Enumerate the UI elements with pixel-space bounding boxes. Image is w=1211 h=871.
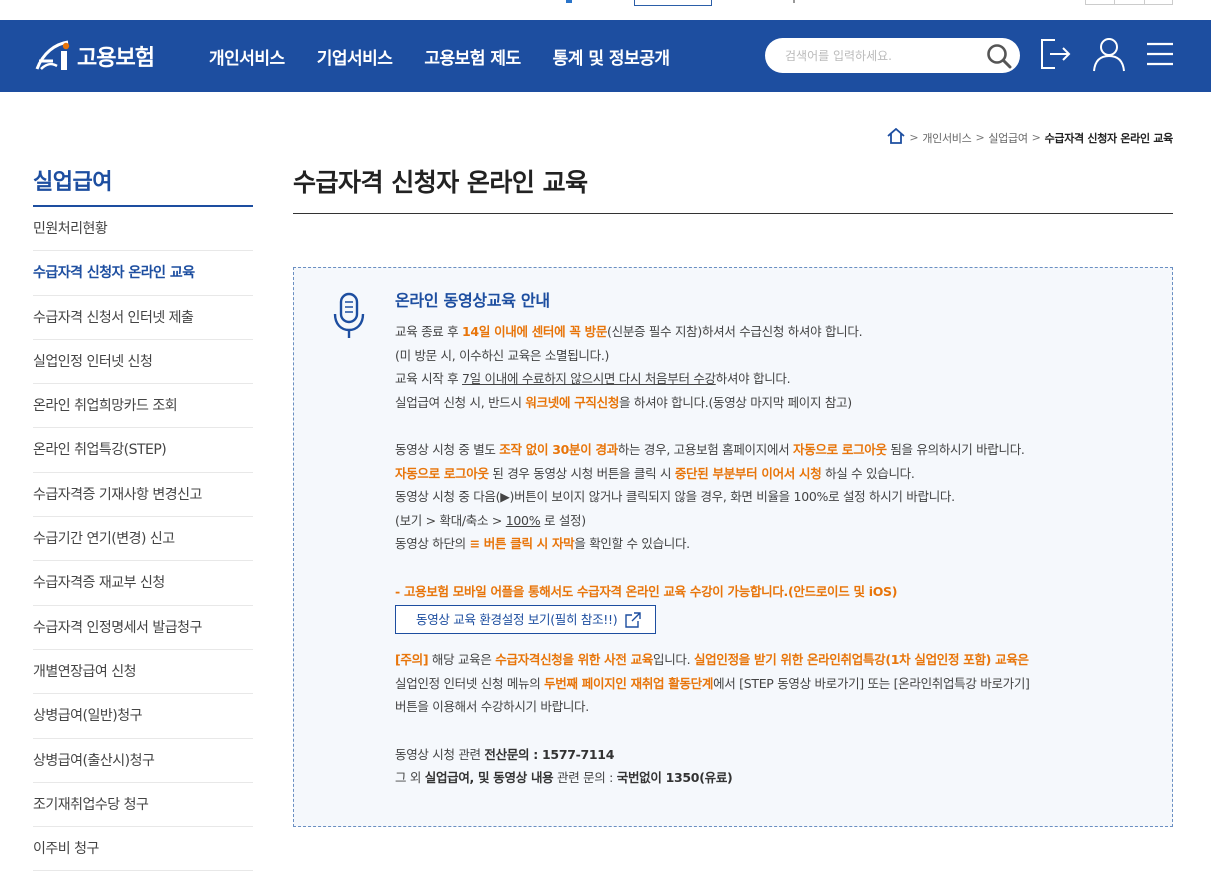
utility-button-group[interactable] <box>1085 0 1173 5</box>
nav-statistics[interactable]: 통계 및 정보공개 <box>553 44 670 69</box>
side-menu-item[interactable]: 이주비 청구 <box>33 827 253 871</box>
search-input[interactable] <box>785 46 975 66</box>
breadcrumb-item[interactable]: 실업급여 <box>988 130 1028 146</box>
side-menu-item[interactable]: 온라인 취업희망카드 조회 <box>33 384 253 429</box>
side-menu-item[interactable]: 상병급여(일반)청구 <box>33 694 253 739</box>
notice-line: 동영상 시청 중 다음(▶)버튼이 보이지 않거나 클릭되지 않을 경우, 화면… <box>395 489 955 505</box>
search-box <box>765 38 1020 73</box>
contact-line: 동영상 시청 관련 전산문의 : 1577-7114 <box>395 746 615 762</box>
nav-insurance-system[interactable]: 고용보험 제도 <box>424 44 521 69</box>
breadcrumb-separator: > <box>975 131 985 144</box>
top-utility-strip <box>0 0 1211 20</box>
video-settings-button[interactable]: 동영상 교육 환경설정 보기(필히 참조!!) <box>395 605 657 635</box>
side-menu-item[interactable]: 상병급여(출산시)청구 <box>33 739 253 783</box>
logout-icon[interactable] <box>1038 36 1074 72</box>
notice-content: 온라인 동영상교육 안내 교육 종료 후 14일 이내에 센터에 꼭 방문(신분… <box>395 290 1155 790</box>
main-nav: 개인서비스 기업서비스 고용보험 제도 통계 및 정보공개 <box>209 20 702 92</box>
notice-box: 온라인 동영상교육 안내 교육 종료 후 14일 이내에 센터에 꼭 방문(신분… <box>293 267 1173 827</box>
notice-line: 자동으로 로그아웃 된 경우 동영상 시청 버튼을 클릭 시 중단된 부분부터 … <box>395 465 915 481</box>
breadcrumb-current: 수급자격 신청자 온라인 교육 <box>1044 131 1174 145</box>
notice-line: 동영상 시청 중 별도 조작 없이 30분이 경과하는 경우, 고용보험 홈페이… <box>395 441 1025 457</box>
caution-line: 실업인정 인터넷 신청 메뉴의 두번째 페이지인 재취업 활동단계에서 [STE… <box>395 675 1030 691</box>
logo-icon <box>33 39 73 73</box>
side-menu-title: 실업급여 <box>33 164 253 207</box>
contact-line: 그 외 실업급여, 및 동영상 내용 관련 문의 : 국번없이 1350(유료) <box>395 770 733 786</box>
side-menu-item[interactable]: 조기재취업수당 청구 <box>33 783 253 828</box>
page-title: 수급자격 신청자 온라인 교육 <box>293 163 1173 214</box>
search-icon[interactable] <box>986 43 1012 69</box>
side-menu-item[interactable]: 수급자격증 기재사항 변경신고 <box>33 473 253 518</box>
breadcrumb: > 개인서비스 > 실업급여 > 수급자격 신청자 온라인 교육 <box>887 127 1174 147</box>
nav-business-service[interactable]: 기업서비스 <box>317 44 393 69</box>
side-menu-item[interactable]: 개별연장급여 신청 <box>33 650 253 695</box>
utility-marker <box>566 0 572 3</box>
external-link-icon <box>625 611 641 628</box>
side-menu-item[interactable]: 실업인정 인터넷 신청 <box>33 340 253 385</box>
side-menu-item[interactable]: 수급기간 연기(변경) 신고 <box>33 517 253 562</box>
mobile-app-notice: - 고용보험 모바일 어플을 통해서도 수급자격 온라인 교육 수강이 가능합니… <box>395 583 898 599</box>
logo-text: 고용보험 <box>77 46 155 71</box>
home-icon[interactable] <box>887 127 905 147</box>
utility-divider <box>793 0 795 3</box>
microphone-icon <box>332 292 366 340</box>
utility-box[interactable] <box>634 0 712 6</box>
side-menu-item[interactable]: 수급자격 인정명세서 발급청구 <box>33 606 253 650</box>
side-menu-list: 민원처리현황 수급자격 신청자 온라인 교육 수급자격 신청서 인터넷 제출 실업인정… <box>33 207 253 871</box>
notice-line: (미 방문 시, 이수하신 교육은 소멸됩니다.) <box>395 347 610 363</box>
menu-icon[interactable] <box>1142 36 1178 72</box>
side-menu-item[interactable]: 수급자격 신청서 인터넷 제출 <box>33 296 253 340</box>
side-menu-item[interactable]: 수급자격 신청자 온라인 교육 <box>33 251 253 296</box>
nav-personal-service[interactable]: 개인서비스 <box>209 44 285 69</box>
video-settings-button-label: 동영상 교육 환경설정 보기(필히 참조!!) <box>416 611 618 627</box>
side-menu-item[interactable]: 온라인 취업특강(STEP) <box>33 428 253 473</box>
notice-line: (보기 > 확대/축소 > 100% 로 설정) <box>395 512 586 528</box>
breadcrumb-item[interactable]: 개인서비스 <box>922 130 971 146</box>
side-menu-item[interactable]: 수급자격증 재교부 신청 <box>33 561 253 606</box>
notice-line: 동영상 하단의 ≡ 버튼 클릭 시 자막을 확인할 수 있습니다. <box>395 536 690 552</box>
caution-line: [주의] 해당 교육은 수급자격신청을 위한 사전 교육입니다. 실업인정을 받… <box>395 652 1029 668</box>
site-logo[interactable]: 고용보험 <box>33 39 155 73</box>
caution-line: 버튼을 이용해서 수강하시기 바랍니다. <box>395 699 589 715</box>
notice-line: 실업급여 신청 시, 반드시 워크넷에 구직신청을 하셔야 합니다.(동영상 마… <box>395 394 852 410</box>
breadcrumb-separator: > <box>909 131 919 144</box>
notice-line: 교육 시작 후 7일 이내에 수료하지 않으시면 다시 처음부터 수강하셔야 합… <box>395 371 791 387</box>
notice-line: 교육 종료 후 14일 이내에 센터에 꼭 방문(신분증 필수 지참)하셔서 수… <box>395 324 863 339</box>
notice-title: 온라인 동영상교육 안내 <box>395 291 550 310</box>
breadcrumb-separator: > <box>1031 131 1041 144</box>
user-icon[interactable] <box>1091 36 1127 72</box>
side-menu-item[interactable]: 민원처리현황 <box>33 207 253 252</box>
side-menu: 실업급여 민원처리현황 수급자격 신청자 온라인 교육 수급자격 신청서 인터넷 제… <box>33 164 253 871</box>
site-header: 고용보험 개인서비스 기업서비스 고용보험 제도 통계 및 정보공개 <box>0 20 1211 92</box>
